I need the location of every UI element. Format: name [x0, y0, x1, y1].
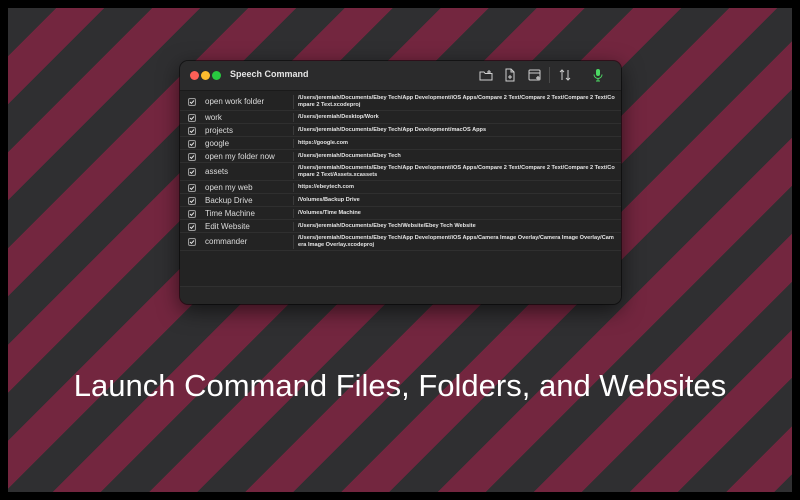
column-divider — [293, 209, 294, 218]
command-path[interactable]: /Volumes/Time Machine — [298, 210, 616, 217]
table-row[interactable]: projects/Users/jeremiah/Documents/Ebey T… — [180, 124, 621, 137]
table-row[interactable]: open work folder/Users/jeremiah/Document… — [180, 93, 621, 111]
command-name[interactable]: open work folder — [205, 97, 264, 106]
enabled-checkbox[interactable] — [188, 139, 196, 148]
command-name[interactable]: projects — [205, 126, 233, 135]
command-name[interactable]: google — [205, 139, 229, 148]
zoom-window-button[interactable] — [212, 71, 221, 80]
window-title: Speech Command — [230, 69, 309, 79]
column-divider — [293, 196, 294, 205]
column-divider — [293, 183, 294, 192]
command-path[interactable]: /Users/jeremiah/Documents/Ebey Tech/App … — [298, 127, 616, 134]
table-row[interactable]: Backup Drive/Volumes/Backup Drive — [180, 194, 621, 207]
command-path[interactable]: https://google.com — [298, 140, 616, 147]
command-name[interactable]: Time Machine — [205, 209, 255, 218]
command-path[interactable]: /Users/jeremiah/Documents/Ebey Tech/App … — [298, 165, 616, 179]
table-row[interactable]: assets/Users/jeremiah/Documents/Ebey Tec… — [180, 163, 621, 181]
command-path[interactable]: /Users/jeremiah/Documents/Ebey Tech/App … — [298, 235, 616, 249]
enabled-checkbox[interactable] — [188, 152, 196, 161]
microphone-icon[interactable] — [590, 67, 606, 83]
column-divider — [293, 139, 294, 148]
command-name[interactable]: open my web — [205, 183, 253, 192]
enabled-checkbox[interactable] — [188, 222, 196, 231]
command-path[interactable]: https://ebeytech.com — [298, 184, 616, 191]
enabled-checkbox[interactable] — [188, 196, 196, 205]
command-path[interactable]: /Users/jeremiah/Documents/Ebey Tech/Webs… — [298, 223, 616, 230]
command-name[interactable]: assets — [205, 167, 228, 176]
enabled-checkbox[interactable] — [188, 183, 196, 192]
table-row[interactable]: commander/Users/jeremiah/Documents/Ebey … — [180, 233, 621, 251]
column-divider — [293, 152, 294, 161]
command-name[interactable]: commander — [205, 237, 247, 246]
command-path[interactable]: /Users/jeremiah/Desktop/Work — [298, 114, 616, 121]
table-row[interactable]: Time Machine/Volumes/Time Machine — [180, 207, 621, 220]
column-divider — [293, 165, 294, 179]
toolbar-separator — [549, 67, 550, 83]
command-name[interactable]: open my folder now — [205, 152, 275, 161]
command-name[interactable]: Edit Website — [205, 222, 250, 231]
column-divider — [293, 95, 294, 109]
enabled-checkbox[interactable] — [188, 168, 196, 176]
sort-icon[interactable] — [557, 67, 573, 83]
column-divider — [293, 235, 294, 249]
command-name[interactable]: Backup Drive — [205, 196, 253, 205]
column-divider — [293, 222, 294, 231]
column-divider — [293, 126, 294, 135]
enabled-checkbox[interactable] — [188, 126, 196, 135]
app-window: Speech Command open work folder/Users/je… — [180, 61, 621, 304]
command-path[interactable]: /Users/jeremiah/Documents/Ebey Tech/App … — [298, 95, 616, 109]
titlebar: Speech Command — [180, 61, 621, 91]
browser-add-icon[interactable] — [527, 67, 543, 83]
enabled-checkbox[interactable] — [188, 98, 196, 106]
file-add-icon[interactable] — [502, 67, 518, 83]
enabled-checkbox[interactable] — [188, 238, 196, 246]
folder-add-icon[interactable] — [478, 67, 494, 83]
command-path[interactable]: /Users/jeremiah/Documents/Ebey Tech — [298, 153, 616, 160]
enabled-checkbox[interactable] — [188, 209, 196, 218]
minimize-window-button[interactable] — [201, 71, 210, 80]
table-row[interactable]: open my web https://ebeytech.com — [180, 181, 621, 194]
table-row[interactable]: open my folder now/Users/jeremiah/Docume… — [180, 150, 621, 163]
window-footer — [180, 286, 621, 304]
command-path[interactable]: /Volumes/Backup Drive — [298, 197, 616, 204]
enabled-checkbox[interactable] — [188, 113, 196, 122]
command-name[interactable]: work — [205, 113, 222, 122]
marketing-caption: Launch Command Files, Folders, and Websi… — [73, 368, 727, 403]
column-divider — [293, 113, 294, 122]
table-row[interactable]: Edit Website/Users/jeremiah/Documents/Eb… — [180, 220, 621, 233]
close-window-button[interactable] — [190, 71, 199, 80]
table-row[interactable]: work/Users/jeremiah/Desktop/Work — [180, 111, 621, 124]
table-row[interactable]: google https://google.com — [180, 137, 621, 150]
